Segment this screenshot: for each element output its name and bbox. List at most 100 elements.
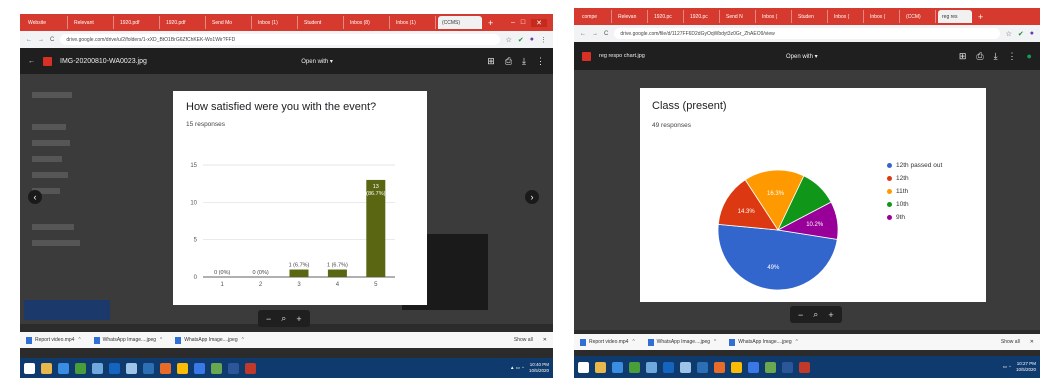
url-field[interactable]: drive.google.com/drive/u/2/folders/1-xXD…: [60, 34, 500, 45]
system-tray-icons[interactable]: ▲ ▭ ◔: [510, 365, 524, 371]
zoom-out-icon[interactable]: −: [266, 314, 271, 324]
download-item[interactable]: WhatsApp Image....jpeg ⌃: [729, 338, 799, 346]
download-item[interactable]: WhatsApp Image....jpeg ⌃: [175, 336, 245, 344]
browser-tab[interactable]: Studen: [794, 10, 828, 23]
open-with-button[interactable]: Open with ▾: [301, 58, 333, 65]
browser-tab[interactable]: Inbox (: [758, 10, 792, 23]
browser-tab[interactable]: Inbox (8): [346, 16, 390, 29]
word-icon[interactable]: [782, 361, 793, 373]
more-icon[interactable]: ⋮: [536, 56, 545, 67]
browser-tab[interactable]: Send Mo: [208, 16, 252, 29]
close-icon[interactable]: ✕: [531, 18, 547, 27]
browser-tab-active[interactable]: reg res: [938, 10, 972, 23]
print-icon[interactable]: ⎙: [976, 51, 983, 62]
reload-icon[interactable]: C: [50, 37, 54, 43]
browser-tab[interactable]: Inbox (: [866, 10, 900, 23]
zoom-icon[interactable]: ⌕: [813, 309, 818, 320]
menu-icon[interactable]: ⋮: [540, 36, 547, 44]
app-icon[interactable]: [646, 361, 657, 373]
file-explorer-icon[interactable]: [41, 362, 52, 374]
profile-avatar[interactable]: ●: [1030, 30, 1034, 38]
system-tray-icons[interactable]: ▭ ◔: [1003, 364, 1011, 370]
app-icon[interactable]: [680, 361, 691, 373]
reload-icon[interactable]: C: [604, 31, 608, 37]
close-downloads-icon[interactable]: ✕: [543, 337, 547, 343]
app-icon[interactable]: [194, 362, 205, 374]
app-icon[interactable]: [211, 362, 222, 374]
forward-icon[interactable]: →: [592, 31, 598, 37]
download-icon[interactable]: ⤓: [522, 56, 526, 67]
download-icon[interactable]: ⤓: [994, 51, 998, 62]
start-icon[interactable]: [578, 361, 589, 373]
url-field[interactable]: drive.google.com/file/d/1127FF6D2dGyOqWb…: [614, 28, 1000, 39]
app-icon[interactable]: [109, 362, 120, 374]
back-icon[interactable]: ←: [26, 37, 32, 43]
chrome-icon[interactable]: [177, 362, 188, 374]
app-icon[interactable]: [697, 361, 708, 373]
add-comment-icon[interactable]: ⊞: [487, 56, 495, 67]
browser-tab[interactable]: 1920.pdf: [162, 16, 206, 29]
firefox-icon[interactable]: [160, 362, 171, 374]
print-icon[interactable]: ⎙: [505, 56, 512, 67]
browser-tab[interactable]: Inbox (1): [392, 16, 436, 29]
more-icon[interactable]: ⋮: [1008, 51, 1017, 62]
taskbar-clock[interactable]: 10:27 PM 10/5/2020: [1016, 361, 1036, 373]
open-with-button[interactable]: Open with ▾: [786, 53, 818, 60]
star-icon[interactable]: ☆: [506, 36, 512, 44]
firefox-icon[interactable]: [714, 361, 725, 373]
download-item[interactable]: Report video.mp4 ⌃: [580, 338, 636, 346]
back-icon[interactable]: ←: [580, 31, 586, 37]
edge-icon[interactable]: [612, 361, 623, 373]
download-item[interactable]: WhatsApp Image....jpeg ⌃: [647, 338, 717, 346]
edge-icon[interactable]: [58, 362, 69, 374]
browser-tab[interactable]: Inbox (: [830, 10, 864, 23]
zoom-icon[interactable]: ⌕: [281, 313, 286, 324]
next-arrow-icon[interactable]: ›: [525, 190, 539, 204]
app-icon[interactable]: [245, 362, 256, 374]
zoom-in-icon[interactable]: +: [828, 310, 833, 320]
browser-tab-active[interactable]: (CCMS): [438, 16, 482, 29]
minimize-icon[interactable]: –: [511, 19, 515, 26]
browser-tab[interactable]: 1920.pdf: [116, 16, 160, 29]
app-icon[interactable]: [663, 361, 674, 373]
browser-tab[interactable]: Website: [24, 16, 68, 29]
download-item[interactable]: Report video.mp4 ⌃: [26, 336, 82, 344]
taskbar-clock[interactable]: 10:40 PM 10/5/2020: [529, 362, 549, 374]
extension-icon[interactable]: ✔: [1018, 30, 1024, 38]
zoom-in-icon[interactable]: +: [296, 314, 301, 324]
add-comment-icon[interactable]: ⊞: [959, 51, 967, 62]
back-arrow-icon[interactable]: ←: [28, 58, 35, 65]
show-all-button[interactable]: Show all: [514, 337, 533, 343]
browser-tab[interactable]: Student: [300, 16, 344, 29]
browser-tab[interactable]: Relevant: [70, 16, 114, 29]
app-icon[interactable]: [629, 361, 640, 373]
show-all-button[interactable]: Show all: [1001, 339, 1020, 345]
word-icon[interactable]: [228, 362, 239, 374]
browser-tab[interactable]: 1920.pc: [650, 10, 684, 23]
drive-app-icon[interactable]: ●: [1027, 51, 1032, 62]
star-icon[interactable]: ☆: [1006, 30, 1012, 38]
app-icon[interactable]: [143, 362, 154, 374]
chrome-icon[interactable]: [731, 361, 742, 373]
app-icon[interactable]: [765, 361, 776, 373]
zoom-out-icon[interactable]: −: [798, 310, 803, 320]
browser-tab[interactable]: Send N: [722, 10, 756, 23]
start-icon[interactable]: [24, 362, 35, 374]
extension-icon[interactable]: ✔: [518, 36, 524, 44]
forward-icon[interactable]: →: [38, 37, 44, 43]
app-icon[interactable]: [75, 362, 86, 374]
new-tab-icon[interactable]: +: [974, 12, 987, 22]
browser-tab[interactable]: Relevan: [614, 10, 648, 23]
profile-avatar[interactable]: ●: [530, 36, 534, 44]
close-downloads-icon[interactable]: ✕: [1030, 339, 1034, 345]
browser-tab[interactable]: 1920.pc: [686, 10, 720, 23]
maximize-icon[interactable]: □: [521, 19, 525, 26]
browser-tab[interactable]: compe: [578, 10, 612, 23]
new-tab-icon[interactable]: +: [484, 18, 497, 28]
file-explorer-icon[interactable]: [595, 361, 606, 373]
app-icon[interactable]: [748, 361, 759, 373]
download-item[interactable]: WhatsApp Image....jpeg ⌃: [93, 336, 163, 344]
browser-tab[interactable]: (CCM): [902, 10, 936, 23]
previous-arrow-icon[interactable]: ‹: [28, 190, 42, 204]
app-icon[interactable]: [126, 362, 137, 374]
